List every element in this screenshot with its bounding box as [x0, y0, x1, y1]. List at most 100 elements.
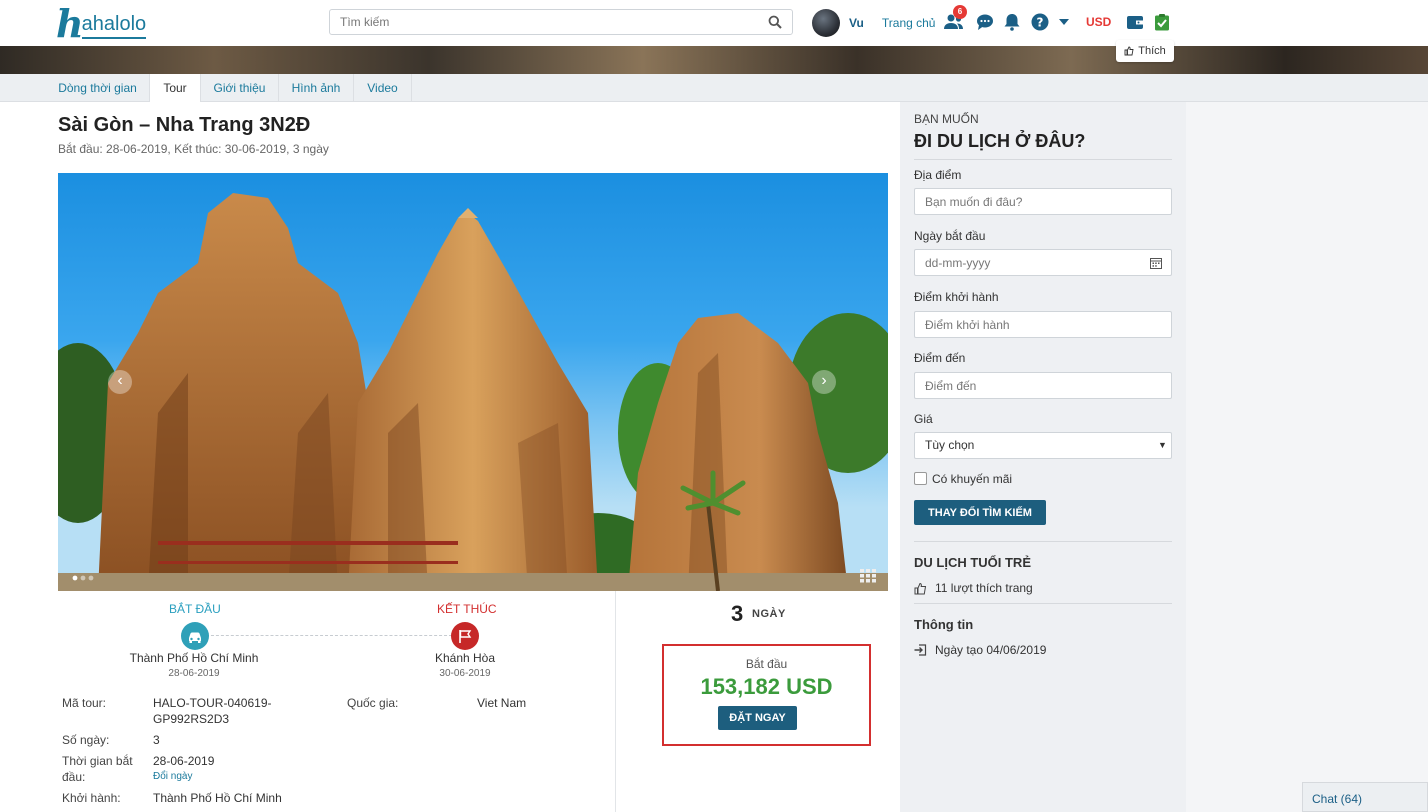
carousel-dots	[72, 575, 94, 581]
change-search-button[interactable]: THAY ĐỔI TÌM KIẾM	[914, 500, 1046, 525]
hahalolo-logo[interactable]: h ahalolo	[56, 1, 147, 46]
route-start-pin	[181, 622, 209, 650]
duration-number: 3	[731, 601, 744, 626]
change-date-link[interactable]: Đổi ngày	[153, 771, 192, 782]
days-value: 3	[153, 733, 160, 747]
destination-label: Điểm đến	[914, 351, 966, 365]
depart-point-input[interactable]	[914, 311, 1172, 338]
route-end-pin	[451, 622, 479, 650]
logo-text: ahalolo	[81, 11, 147, 39]
tab-photos[interactable]: Hình ảnh	[279, 74, 354, 102]
promo-checkbox-label: Có khuyến mãi	[932, 472, 1013, 486]
depart-label: Khởi hành:	[62, 791, 121, 805]
cover-photo	[0, 46, 1428, 74]
top-navbar: h ahalolo Vu Trang chủ 6 ? USD	[0, 0, 1428, 46]
tour-dates: Bắt đầu: 28-06-2019, Kết thúc: 30-06-201…	[58, 142, 329, 156]
carousel-next-arrow[interactable]: ›	[812, 370, 836, 394]
like-icon	[1124, 46, 1134, 56]
days-label: Số ngày:	[62, 733, 110, 747]
route-line	[206, 635, 452, 636]
car-icon	[189, 632, 201, 643]
select-caret-icon: ▼	[1158, 440, 1167, 450]
book-now-button[interactable]: ĐẶT NGAY	[718, 706, 797, 730]
tab-about[interactable]: Giới thiệu	[201, 74, 279, 102]
tour-code-label: Mã tour:	[62, 696, 107, 710]
svg-text:?: ?	[1037, 16, 1044, 30]
bell-icon[interactable]	[1003, 13, 1021, 31]
start-time-value: 28-06-2019	[153, 754, 215, 768]
thumbs-up-icon	[914, 582, 927, 594]
column-divider	[615, 591, 616, 812]
route-end-label: KẾT THÚC	[437, 602, 497, 616]
help-icon[interactable]: ?	[1031, 13, 1049, 31]
friend-request-badge: 6	[953, 5, 967, 19]
sidebar-divider	[914, 541, 1172, 542]
price-start-label: Bắt đầu	[745, 657, 788, 671]
location-input[interactable]	[914, 188, 1172, 215]
info-title: Thông tin	[914, 617, 974, 632]
start-city: Thành Phố Hồ Chí Minh	[129, 651, 259, 665]
sidebar-divider	[914, 159, 1172, 160]
sidebar-subtitle: BẠN MUỐN	[914, 112, 979, 126]
depart-value: Thành Phố Hồ Chí Minh	[153, 791, 282, 805]
tab-timeline[interactable]: Dòng thời gian	[46, 74, 150, 102]
currency-selector[interactable]: USD	[1086, 15, 1111, 29]
gallery-grid-icon[interactable]	[860, 569, 876, 583]
price-filter-select[interactable]: Tùy chọn	[914, 432, 1172, 459]
country-label: Quốc gia:	[347, 696, 399, 710]
chat-panel-toggle[interactable]: Chat (64)	[1302, 782, 1428, 812]
country-value: Viet Nam	[477, 696, 527, 710]
page-likes: 11 lượt thích trang	[914, 581, 1033, 595]
search-box	[329, 9, 793, 35]
avatar[interactable]	[812, 9, 840, 37]
start-time-label-line1: Thời gian bắt	[62, 754, 133, 768]
created-date: Ngày tạo 04/06/2019	[914, 643, 1046, 657]
duration-unit: NGÀY	[752, 608, 786, 620]
tour-price: 153,182 USD	[700, 674, 833, 699]
price-filter-label: Giá	[914, 412, 933, 426]
sidebar-title: ĐI DU LỊCH Ở ĐÂU?	[914, 131, 1086, 151]
destination-input[interactable]	[914, 372, 1172, 399]
end-city: Khánh Hòa	[434, 651, 496, 665]
like-page-button[interactable]: Thích	[1116, 40, 1174, 62]
tour-code-line2: GP992RS2D3	[153, 712, 230, 726]
tour-search-sidebar: BẠN MUỐN ĐI DU LỊCH Ở ĐÂU? Địa điểm Ngày…	[900, 102, 1186, 812]
route-start-label: BẮT ĐẦU	[169, 602, 221, 616]
tour-code-line1: HALO-TOUR-040619-	[153, 696, 272, 710]
page-tabs: Dòng thời gian Tour Giới thiệu Hình ảnh …	[0, 74, 1428, 103]
start-date-label: Ngày bắt đầu	[914, 229, 986, 243]
clipboard-check-icon[interactable]	[1153, 13, 1171, 31]
tab-tour[interactable]: Tour	[150, 74, 201, 103]
tab-video[interactable]: Video	[354, 74, 412, 102]
nav-home-link[interactable]: Trang chủ	[882, 16, 936, 30]
sign-in-icon	[914, 644, 927, 656]
search-icon[interactable]	[768, 15, 782, 29]
like-page-label: Thích	[1138, 45, 1166, 57]
created-date-text: Ngày tạo 04/06/2019	[935, 643, 1047, 657]
chat-icon[interactable]	[976, 13, 994, 31]
flag-icon	[459, 630, 472, 643]
search-input[interactable]	[330, 10, 750, 34]
tour-photo-carousel[interactable]: ‹ ›	[58, 173, 888, 591]
price-box: Bắt đầu 153,182 USD ĐẶT NGAY	[662, 644, 871, 746]
calendar-icon[interactable]	[1150, 257, 1162, 269]
carousel-prev-arrow[interactable]: ‹	[108, 370, 132, 394]
location-label: Địa điểm	[914, 168, 962, 182]
start-time-label-line2: đầu:	[62, 770, 86, 784]
depart-point-label: Điểm khởi hành	[914, 290, 999, 304]
nav-user-area: Vu Trang chủ	[812, 8, 935, 38]
page-name[interactable]: DU LỊCH TUỔI TRẺ	[914, 555, 1031, 570]
page-likes-text: 11 lượt thích trang	[935, 581, 1033, 595]
end-city-date: 30-06-2019	[439, 668, 491, 679]
sidebar-divider	[914, 603, 1172, 604]
start-date-input[interactable]	[914, 249, 1172, 276]
promo-checkbox[interactable]	[914, 472, 927, 485]
tour-title: Sài Gòn – Nha Trang 3N2Đ	[58, 114, 311, 136]
temple-photo	[58, 193, 888, 591]
tour-detail: Sài Gòn – Nha Trang 3N2Đ Bắt đầu: 28-06-…	[0, 102, 900, 812]
nav-user-name[interactable]: Vu	[849, 16, 864, 30]
start-city-date: 28-06-2019	[168, 668, 220, 679]
wallet-icon[interactable]	[1126, 13, 1144, 31]
caret-down-icon[interactable]	[1058, 17, 1070, 27]
logo-h: h	[56, 1, 84, 46]
